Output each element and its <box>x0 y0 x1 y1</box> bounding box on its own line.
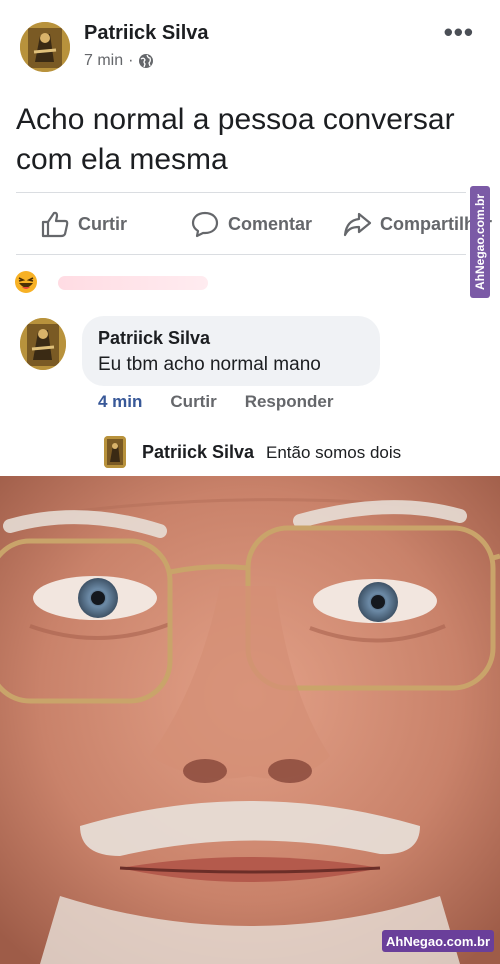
reply-author-name[interactable]: Patriick Silva <box>142 442 254 463</box>
comment-author-name[interactable]: Patriick Silva <box>98 328 210 349</box>
reply-row[interactable]: Patriick Silva Então somos dois <box>104 436 484 470</box>
thumbs-up-icon <box>41 211 69 238</box>
share-arrow-icon <box>343 212 372 237</box>
post-actions: Curtir Comentar Compartilhar <box>0 200 492 248</box>
divider <box>16 254 466 255</box>
blurred-reactor-names <box>58 276 208 290</box>
comment-actions: 4 min Curtir Responder <box>98 392 333 412</box>
commenter-avatar[interactable] <box>20 318 66 370</box>
comment-text: Eu tbm acho normal mano <box>98 354 321 375</box>
post-meta: 7 min · <box>84 52 154 70</box>
meme-photo <box>0 476 500 964</box>
post-text: Acho normal a pessoa conversar com ela m… <box>16 103 455 176</box>
comment-button[interactable]: Comentar <box>190 210 312 238</box>
author-avatar[interactable] <box>20 22 70 72</box>
like-label: Curtir <box>78 213 127 234</box>
globe-icon <box>138 53 154 69</box>
divider <box>16 192 466 193</box>
comment-reply-link[interactable]: Responder <box>245 392 334 412</box>
reactions-row[interactable] <box>14 268 234 298</box>
post-time[interactable]: 7 min <box>84 52 123 70</box>
haha-icon <box>15 271 37 293</box>
comment-like-link[interactable]: Curtir <box>170 392 216 412</box>
comment-bubble-icon <box>191 211 219 238</box>
like-button[interactable]: Curtir <box>40 210 127 238</box>
comment-label: Comentar <box>228 213 313 234</box>
reply-text: Então somos dois <box>266 443 402 462</box>
reply-avatar[interactable] <box>104 436 126 468</box>
meta-separator: · <box>128 52 134 69</box>
comment-time[interactable]: 4 min <box>98 392 142 412</box>
post-author-name[interactable]: Patriick Silva <box>84 22 209 45</box>
more-dots-icon[interactable]: ••• <box>444 19 474 45</box>
post-header: Patriick Silva 7 min · ••• <box>0 0 500 90</box>
comment-bubble: Patriick Silva Eu tbm acho normal mano <box>82 316 380 386</box>
watermark-side: AhNegao.com.br <box>470 186 490 298</box>
watermark-bottom: AhNegao.com.br <box>382 930 494 952</box>
